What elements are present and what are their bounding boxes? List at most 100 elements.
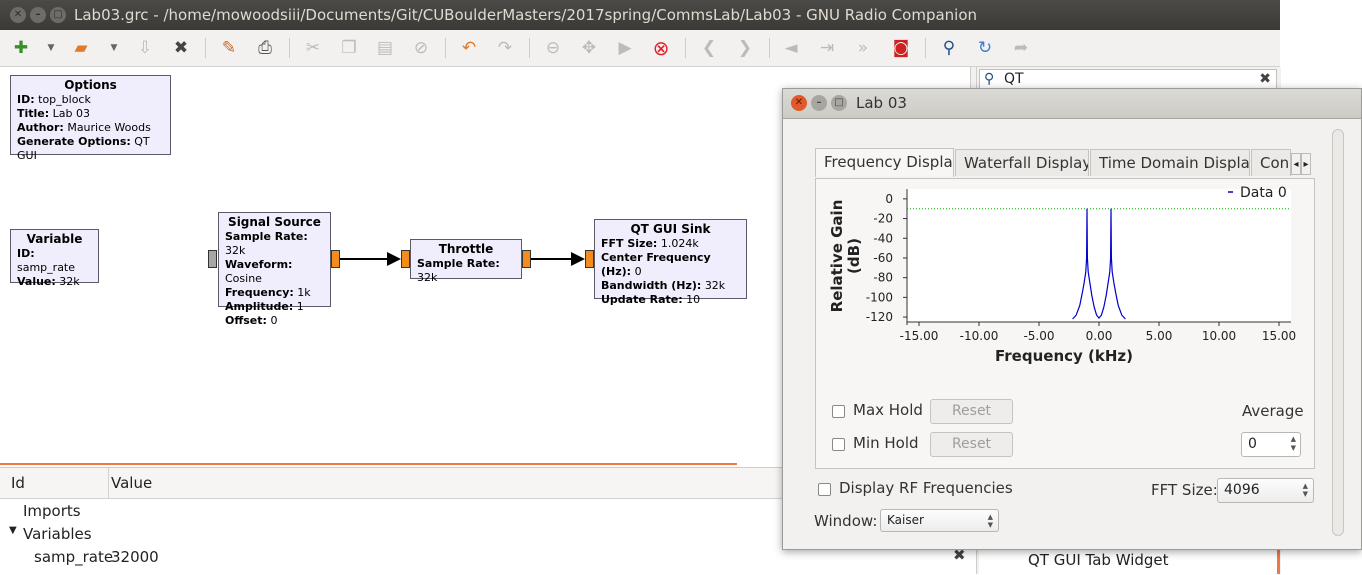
rotate-right-icon[interactable]: ❯ [734, 37, 756, 59]
panel-divider[interactable] [0, 463, 737, 465]
open-hier-icon[interactable]: ⇥ [816, 37, 838, 59]
close-icon[interactable]: ✖ [170, 37, 192, 59]
select-arrow-icon: ▲ ▼ [1302, 482, 1308, 498]
rotate-left-icon[interactable]: ❮ [698, 37, 720, 59]
block-qt-gui-sink[interactable]: QT GUI Sink FFT Size: 1.024k Center Freq… [594, 219, 747, 306]
dialog-scrollbar[interactable] [1332, 129, 1344, 536]
tree-item-variables[interactable]: Variables [23, 525, 92, 543]
save-icon[interactable]: ⇩ [134, 37, 156, 59]
fft-size-select[interactable]: 4096 ▲ ▼ [1217, 478, 1314, 503]
block-param: Frequency: 1k [225, 286, 311, 299]
open-dropdown-icon[interactable]: ▼ [103, 37, 125, 59]
bypass-icon[interactable]: ✥ [578, 37, 600, 59]
tab-constellation[interactable]: Con [1251, 149, 1291, 176]
block-param: Bandwidth (Hz): 32k [601, 279, 726, 292]
y-tick-label: -60 [873, 251, 893, 265]
tab-frequency-display[interactable]: Frequency Display [815, 148, 954, 177]
window-select[interactable]: Kaiser ▲ ▼ [880, 509, 999, 532]
y-tick-label: 0 [885, 192, 893, 206]
dialog-title: Lab 03 [856, 94, 907, 112]
window-maximize-icon[interactable]: □ [50, 7, 66, 23]
display-rf-label: Display RF Frequencies [839, 479, 1013, 497]
display-rf-checkbox[interactable] [818, 483, 831, 496]
connection-line[interactable] [340, 258, 392, 260]
tree-item-imports[interactable]: Imports [23, 502, 81, 520]
variable-id[interactable]: samp_rate [34, 548, 113, 566]
window-title: Lab03.grc - /home/mowoodsiii/Documents/G… [74, 6, 978, 24]
block-options[interactable]: Options ID: top_block Title: Lab 03 Auth… [10, 75, 171, 162]
y-tick-label: -80 [873, 271, 893, 285]
block-signal-source[interactable]: Signal Source Sample Rate: 32k Waveform:… [218, 212, 331, 327]
create-hier-icon[interactable]: ◄ [780, 37, 802, 59]
window-minimize-icon[interactable]: – [30, 7, 46, 23]
new-dropdown-icon[interactable]: ▼ [40, 37, 62, 59]
signal-source-input-port[interactable] [208, 250, 217, 268]
max-hold-reset-button[interactable]: Reset [930, 399, 1013, 424]
dialog-close-icon[interactable]: ✕ [791, 95, 807, 111]
expander-icon[interactable]: ▼ [9, 525, 17, 536]
spin-arrows-icon[interactable]: ▲ ▼ [1291, 435, 1296, 453]
block-title: QT GUI Sink [630, 222, 711, 236]
undo-icon[interactable]: ↶ [458, 37, 480, 59]
x-axis-label: Frequency (kHz) [995, 347, 1133, 365]
copy-icon[interactable]: ❐ [338, 37, 360, 59]
block-param: Offset: 0 [225, 314, 278, 327]
kill-icon[interactable]: ⊗ [650, 37, 672, 59]
y-tick-label: -20 [873, 212, 893, 226]
block-param: Amplitude: 1 [225, 300, 304, 313]
tab-scroll-left-icon[interactable]: ◂ [1291, 153, 1301, 175]
block-title: Variable [26, 232, 83, 246]
screenshot-icon[interactable]: ◙ [890, 37, 912, 59]
new-icon[interactable]: ✚ [10, 37, 32, 59]
throttle-output-port[interactable] [522, 250, 531, 268]
block-throttle[interactable]: Throttle Sample Rate: 32k [410, 239, 522, 284]
disable-icon[interactable]: ⊖ [542, 37, 564, 59]
tree-item-qt-gui-tab-widget[interactable]: QT GUI Tab Widget [1028, 547, 1169, 574]
block-variable[interactable]: Variable ID: samp_rate Value: 32k [10, 229, 99, 288]
min-hold-reset-button[interactable]: Reset [930, 432, 1013, 457]
signal-source-output-port[interactable] [331, 250, 340, 268]
tab-scroll-right-icon[interactable]: ▸ [1301, 153, 1311, 175]
average-spinbox[interactable]: 0 ▲ ▼ [1241, 432, 1301, 457]
variable-value[interactable]: 32000 [111, 548, 159, 566]
main-toolbar: ✚ ▼ ▰ ▼ ⇩ ✖ ✎ ⎙ ✂ ❐ ▤ ⊘ ↶ ↷ ⊖ ✥ ▶ ⊗ ❮ ❯ … [0, 30, 1280, 67]
sink-input-port[interactable] [585, 250, 594, 268]
connection-arrow [387, 252, 401, 266]
frequency-plot[interactable]: 0 -20 -40 -60 -80 -100 -120 -15.00 -10.00 -5.00 0.… [816, 179, 1314, 468]
block-tree-list: QT GUI Tab Widget [979, 547, 1280, 574]
block-param: Center Frequency (Hz): 0 [601, 251, 711, 278]
y-axis-label: Relative Gain(dB) [828, 200, 863, 313]
redo-icon[interactable]: ↷ [494, 37, 516, 59]
block-param: Update Rate: 10 [601, 293, 701, 306]
reload-icon[interactable]: ↻ [974, 37, 996, 59]
window-close-icon[interactable]: ✕ [10, 7, 26, 23]
paste-icon[interactable]: ▤ [374, 37, 396, 59]
x-tick-label: 15.00 [1262, 329, 1296, 343]
print-icon[interactable]: ⎙ [254, 37, 276, 59]
block-search-input[interactable]: ⚲ QT ✖ [979, 69, 1277, 89]
delete-icon[interactable]: ⊘ [410, 37, 432, 59]
cut-icon[interactable]: ✂ [302, 37, 324, 59]
tab-time-domain-display[interactable]: Time Domain Display [1090, 149, 1250, 176]
clear-search-icon[interactable]: ✖ [1259, 70, 1271, 88]
throttle-input-port[interactable] [401, 250, 410, 268]
tab-waterfall-display[interactable]: Waterfall Display [955, 149, 1089, 176]
execute-icon[interactable]: ▶ [614, 37, 636, 59]
block-param: ID: samp_rate [17, 247, 76, 274]
properties-icon[interactable]: ✎ [218, 37, 240, 59]
x-tick-label: 5.00 [1146, 329, 1173, 343]
column-value[interactable]: Value [111, 468, 152, 498]
dialog-maximize-icon[interactable]: □ [831, 95, 847, 111]
open-icon[interactable]: ▰ [70, 37, 92, 59]
rerouted-icon[interactable]: ➦ [1010, 37, 1032, 59]
forward-icon[interactable]: » [852, 37, 874, 59]
find-icon[interactable]: ⚲ [938, 37, 960, 59]
max-hold-checkbox[interactable] [832, 405, 845, 418]
column-id[interactable]: Id [11, 468, 25, 498]
min-hold-checkbox[interactable] [832, 438, 845, 451]
dialog-minimize-icon[interactable]: – [811, 95, 827, 111]
fft-size-label: FFT Size: [1151, 481, 1218, 499]
max-hold-label: Max Hold [853, 401, 923, 419]
x-tick-label: -5.00 [1023, 329, 1054, 343]
block-title: Throttle [438, 242, 494, 256]
